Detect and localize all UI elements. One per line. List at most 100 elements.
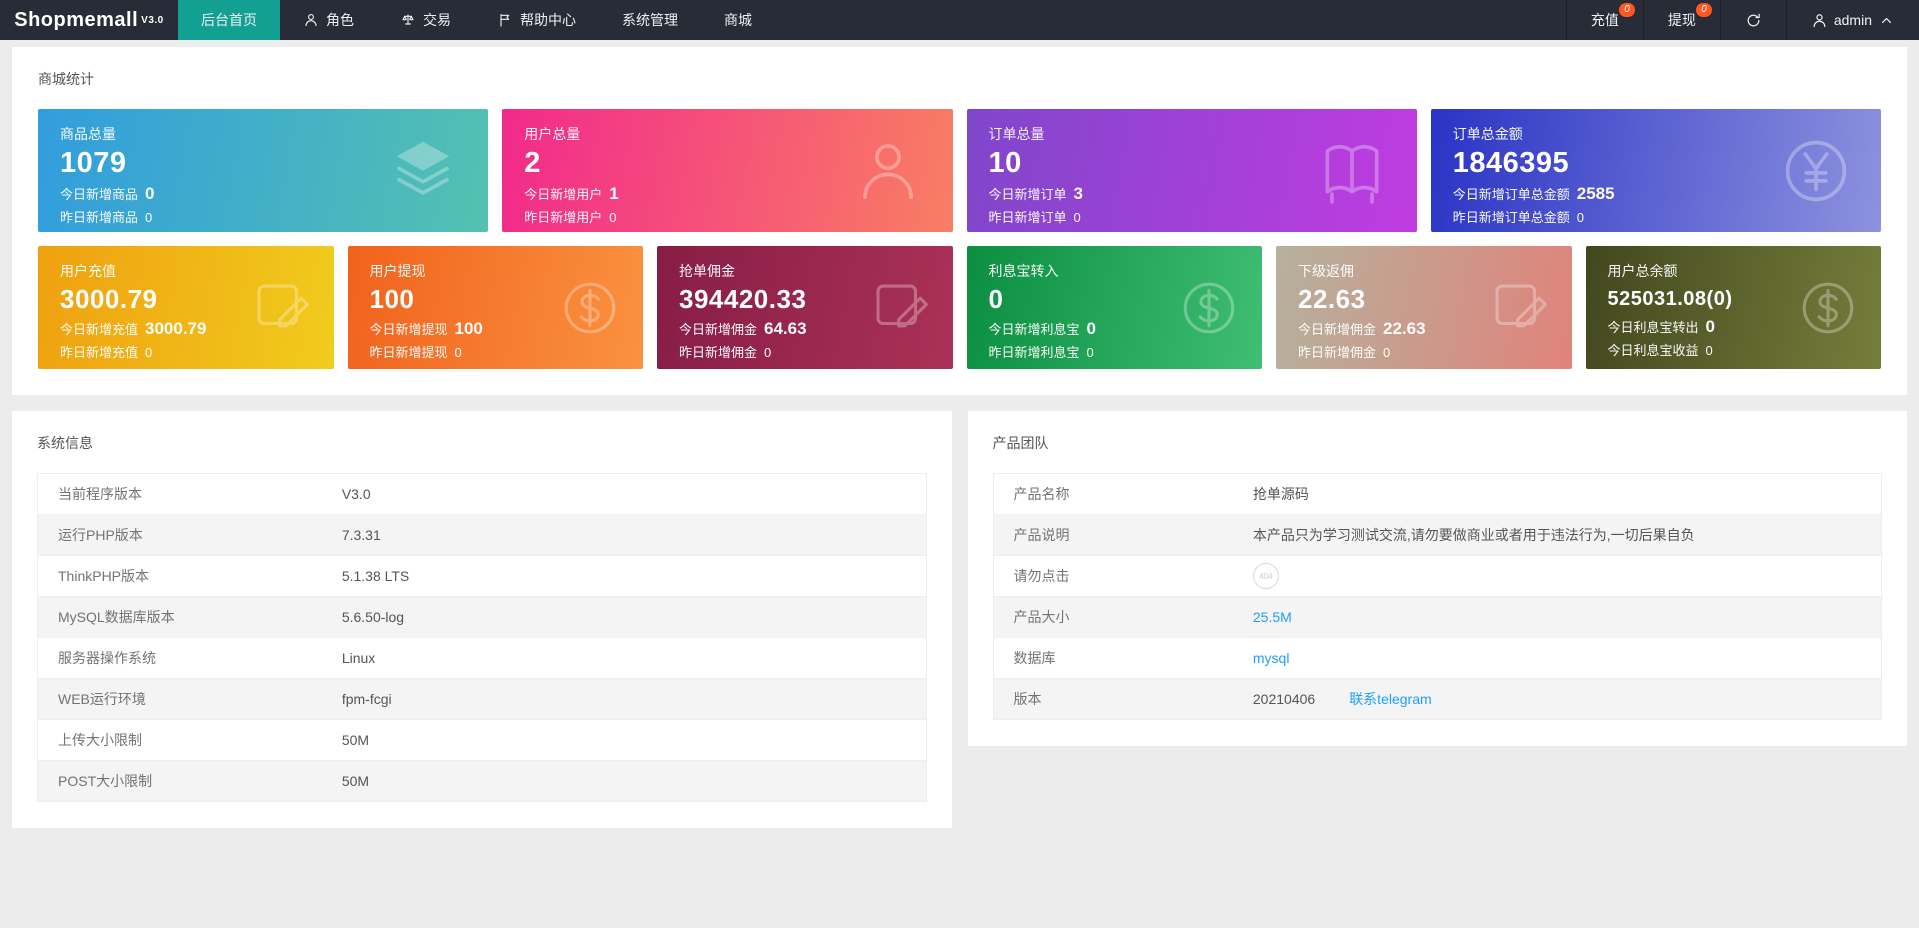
stat-card-yesterday-line: 昨日新增订单 0: [989, 207, 1395, 226]
nav-item-2[interactable]: 交易: [377, 0, 474, 40]
info-row-label: 请勿点击: [993, 555, 1233, 597]
mall-stats-panel: 商城统计 商品总量 1079 今日新增商品 0 昨日新增商品 0 用户总量 2 今日新增用户 1 昨…: [12, 47, 1907, 395]
info-row-label: 服务器操作系统: [37, 637, 322, 679]
info-row-label: 版本: [993, 678, 1233, 720]
info-value-text: 50M: [341, 732, 370, 748]
nav-item-5[interactable]: 商城: [701, 0, 775, 40]
stat-card-yesterday-line: 昨日新增用户 0: [524, 207, 930, 226]
yesterday-label: 昨日新增用户: [524, 210, 603, 225]
nav-item-label: 后台首页: [201, 12, 257, 28]
nav-item-label: 角色: [326, 12, 354, 28]
nav-item-4[interactable]: 系统管理: [599, 0, 701, 40]
info-row: ThinkPHP版本 5.1.38 LTS: [37, 555, 926, 597]
withdraw-button[interactable]: 提现 0: [1642, 0, 1720, 40]
info-value-text: 7.3.31: [341, 527, 381, 543]
info-row-value: 5.6.50-log: [321, 596, 926, 638]
product-team-table: 产品名称 抢单源码 产品说明 本产品只为学习测试交流,请勿要做商业或者用于违法行为,一…: [992, 473, 1882, 720]
info-row: 产品大小 25.5M: [993, 596, 1882, 638]
yesterday-value: 0: [609, 210, 617, 225]
today-value: 0: [1705, 317, 1715, 336]
info-value-link[interactable]: 25.5M: [1253, 609, 1292, 625]
nav-item-label: 系统管理: [622, 12, 678, 28]
yesterday-value: 0: [1383, 345, 1391, 360]
nav-item-label: 商城: [724, 12, 752, 28]
info-value-text: fpm-fcgi: [341, 691, 392, 707]
info-row-label: 上传大小限制: [37, 719, 322, 761]
nav-menu: 后台首页 角色 交易 帮助中心 系统管理 商城: [178, 0, 1566, 40]
info-row: 当前程序版本 V3.0: [38, 474, 927, 515]
edit-square-icon: [250, 277, 312, 339]
yesterday-label: 今日利息宝收益: [1607, 343, 1699, 358]
refresh-button[interactable]: [1719, 0, 1786, 40]
info-row-label: POST大小限制: [37, 760, 322, 802]
yesterday-label: 昨日新增商品: [60, 210, 139, 225]
yesterday-value: 0: [1576, 210, 1584, 225]
yesterday-label: 昨日新增订单总金额: [1452, 210, 1570, 225]
info-row-value: 25.5M: [1232, 596, 1882, 638]
app-logo: Shopmemall V3.0: [0, 0, 178, 40]
info-row-value: V3.0: [322, 474, 926, 515]
nav-item-3[interactable]: 帮助中心: [474, 0, 599, 40]
info-row-value: 7.3.31: [321, 514, 926, 556]
stat-card: 用户提现 100 今日新增提现 100 昨日新增提现 0: [347, 246, 643, 369]
badge-404[interactable]: 404: [1252, 563, 1279, 589]
withdraw-label: 提现: [1667, 12, 1696, 28]
chevron-up-icon: [1878, 12, 1895, 29]
book-icon: [1315, 134, 1389, 208]
info-row-value: 20210406 联系telegram: [1232, 678, 1882, 720]
app-version: V3.0: [141, 14, 164, 26]
recharge-button[interactable]: 充值 0: [1565, 0, 1643, 40]
info-row: 版本 20210406 联系telegram: [993, 678, 1882, 720]
info-row-value: 5.1.38 LTS: [321, 555, 926, 597]
nav-item-0[interactable]: 后台首页: [178, 0, 280, 40]
info-row: POST大小限制 50M: [37, 760, 926, 802]
edit-square-icon: [1488, 277, 1550, 339]
system-info-title: 系统信息: [37, 435, 93, 451]
today-value: 100: [454, 319, 483, 338]
stat-card-yesterday-line: 昨日新增商品 0: [60, 207, 466, 226]
nav-item-1[interactable]: 角色: [280, 0, 377, 40]
info-row: 服务器操作系统 Linux: [37, 637, 926, 679]
yesterday-label: 昨日新增佣金: [1298, 345, 1377, 360]
info-row: 产品名称 抢单源码: [993, 474, 1882, 515]
yesterday-label: 昨日新增提现: [369, 345, 448, 360]
info-row-label: ThinkPHP版本: [37, 555, 322, 597]
today-label: 今日新增佣金: [679, 322, 758, 337]
yesterday-value: 0: [1073, 210, 1081, 225]
page: Shopmemall V3.0 后台首页 角色 交易 帮助中心 系统管理 商城 充值 0 提…: [0, 0, 1919, 928]
info-row-label: MySQL数据库版本: [37, 596, 322, 638]
info-row-label: 产品名称: [1013, 486, 1070, 502]
info-row-label: 数据库: [993, 637, 1233, 679]
info-value-text: 20210406: [1252, 691, 1316, 707]
recharge-label: 充值: [1590, 12, 1619, 28]
today-value: 0: [145, 184, 155, 203]
user-icon: [1811, 12, 1828, 29]
today-label: 今日新增佣金: [1298, 322, 1377, 337]
user-menu[interactable]: admin: [1785, 0, 1919, 40]
stat-card: 抢单佣金 394420.33 今日新增佣金 64.63 昨日新增佣金 0: [657, 246, 953, 369]
user-name: admin: [1833, 12, 1872, 28]
today-value: 1: [609, 184, 619, 203]
telegram-link[interactable]: 联系telegram: [1349, 691, 1431, 707]
info-row: MySQL数据库版本 5.6.50-log: [37, 596, 926, 638]
info-row-label: 当前程序版本: [58, 486, 142, 502]
withdraw-badge: 0: [1696, 3, 1712, 17]
person-icon: [851, 134, 925, 208]
info-value-link[interactable]: mysql: [1253, 650, 1290, 666]
yesterday-label: 昨日新增订单: [988, 210, 1067, 225]
stat-card-yesterday-line: 昨日新增利息宝 0: [989, 342, 1241, 361]
info-row: 数据库 mysql: [993, 637, 1882, 679]
today-value: 22.63: [1383, 319, 1426, 338]
yesterday-value: 0: [454, 345, 462, 360]
nav-item-label: 交易: [423, 12, 451, 28]
stat-card: 商品总量 1079 今日新增商品 0 昨日新增商品 0: [38, 109, 489, 232]
stat-card: 利息宝转入 0 今日新增利息宝 0 昨日新增利息宝 0: [966, 246, 1262, 369]
stat-card: 用户总量 2 今日新增用户 1 昨日新增用户 0: [502, 109, 953, 232]
info-row-value: 404: [1232, 555, 1882, 597]
stat-card-yesterday-line: 昨日新增佣金 0: [1298, 342, 1550, 361]
today-value: 3000.79: [145, 319, 207, 338]
refresh-icon: [1745, 12, 1762, 29]
today-label: 今日新增利息宝: [988, 322, 1080, 337]
today-label: 今日利息宝转出: [1607, 320, 1699, 335]
top-navbar: Shopmemall V3.0 后台首页 角色 交易 帮助中心 系统管理 商城 充值 0 提…: [0, 0, 1919, 40]
